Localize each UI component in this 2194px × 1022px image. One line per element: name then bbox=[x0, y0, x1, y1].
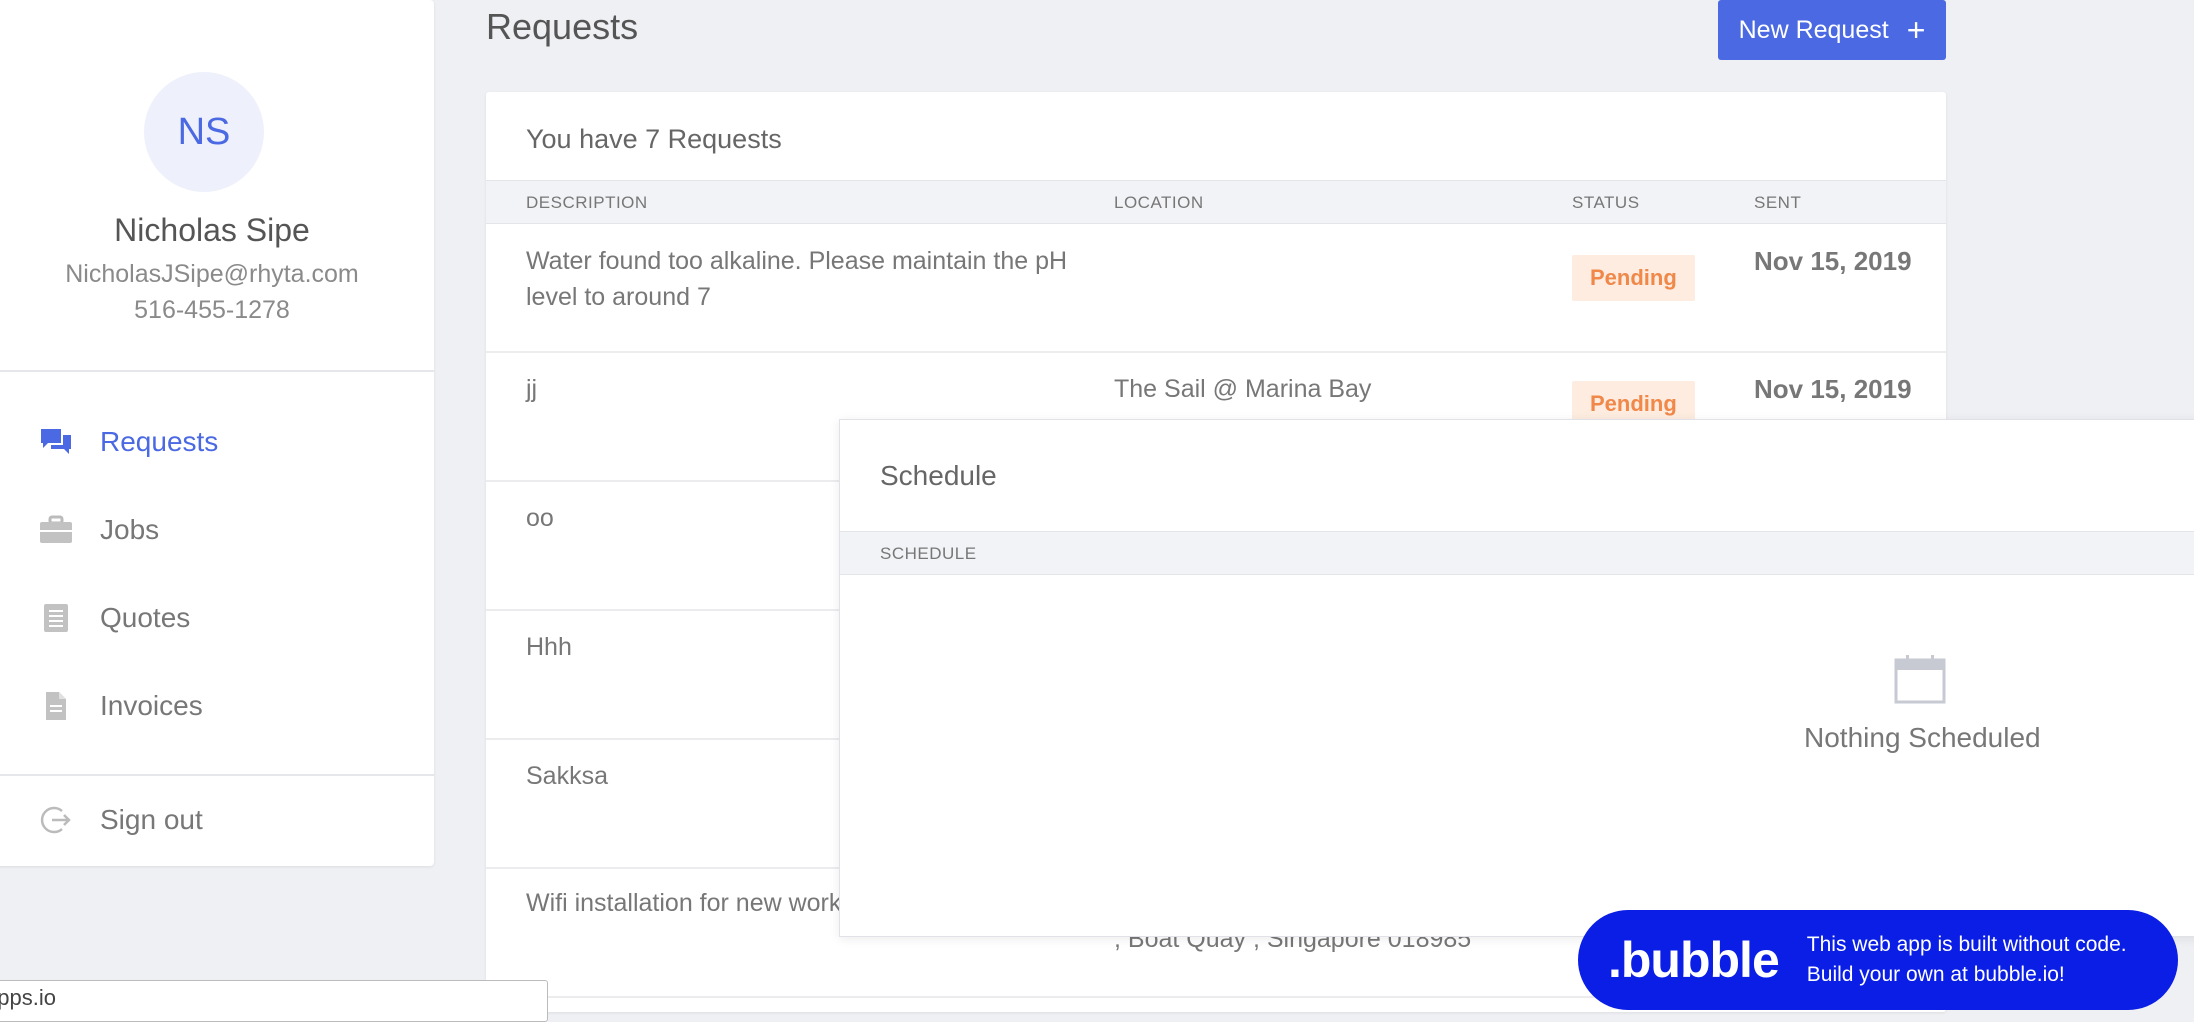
sidebar-item-jobs[interactable]: Jobs bbox=[38, 505, 159, 555]
profile-email: NicholasJSipe@rhyta.com bbox=[65, 260, 359, 288]
url-tooltip: apps.io bbox=[0, 980, 548, 1022]
status-badge: Pending bbox=[1572, 255, 1695, 301]
sidebar-item-label: Requests bbox=[100, 426, 219, 457]
profile-divider bbox=[0, 370, 434, 372]
column-status: STATUS bbox=[1572, 193, 1640, 212]
calendar-icon bbox=[1894, 654, 1946, 704]
file-icon bbox=[38, 688, 74, 724]
sidebar-item-label: Jobs bbox=[100, 514, 160, 545]
sidebar-item-quotes[interactable]: Quotes bbox=[38, 593, 190, 643]
sidebar-item-label: Invoices bbox=[100, 690, 203, 721]
avatar: NS bbox=[144, 72, 264, 192]
schedule-popup: Schedule SCHEDULE Nothing Scheduled bbox=[839, 419, 2194, 937]
column-description: DESCRIPTION bbox=[526, 193, 648, 212]
column-location: LOCATION bbox=[1114, 193, 1204, 212]
table-row[interactable]: Water found too alkaline. Please maintai… bbox=[486, 223, 1946, 353]
bubble-promo-line1: This web app is built without code. bbox=[1806, 933, 2127, 956]
row-description: jj bbox=[526, 375, 538, 403]
sign-out-icon bbox=[38, 802, 74, 838]
briefcase-icon bbox=[38, 512, 74, 548]
bubble-promo-text: This web app is built without code. Buil… bbox=[1807, 930, 2127, 990]
profile-name: Nicholas Sipe bbox=[114, 212, 310, 248]
sidebar-item-invoices[interactable]: Invoices bbox=[38, 681, 203, 731]
sign-out-button[interactable]: Sign out bbox=[38, 795, 203, 845]
row-location: The Sail @ Marina Bay bbox=[1114, 375, 1372, 403]
bubble-promo-line2: Build your own at bubble.io! bbox=[1806, 963, 2065, 986]
column-sent: SENT bbox=[1754, 193, 1802, 212]
bubble-promo-badge[interactable]: .bubble This web app is built without co… bbox=[1578, 910, 2178, 1010]
plus-icon: + bbox=[1906, 12, 1926, 48]
page-title: Requests bbox=[486, 6, 639, 47]
profile-phone: 516-455-1278 bbox=[134, 296, 290, 324]
column-schedule: SCHEDULE bbox=[880, 544, 977, 563]
new-request-button[interactable]: New Request + bbox=[1718, 0, 1946, 60]
url-tooltip-text: apps.io bbox=[0, 985, 56, 1010]
requests-summary: You have 7 Requests bbox=[526, 124, 782, 154]
schedule-header: SCHEDULE bbox=[840, 531, 2194, 575]
sidebar-item-requests[interactable]: Requests bbox=[38, 417, 218, 467]
sidebar-item-label: Sign out bbox=[100, 804, 203, 835]
row-sent: Nov 15, 2019 bbox=[1754, 374, 1912, 404]
table-header: DESCRIPTION LOCATION STATUS SENT bbox=[486, 180, 1946, 224]
list-document-icon bbox=[38, 600, 74, 636]
bubble-logo: .bubble bbox=[1608, 932, 1780, 988]
new-request-label: New Request bbox=[1738, 15, 1889, 44]
schedule-title: Schedule bbox=[880, 460, 997, 491]
row-sent: Nov 15, 2019 bbox=[1754, 246, 1912, 276]
nav-divider bbox=[0, 774, 434, 776]
sidebar: NS Nicholas Sipe NicholasJSipe@rhyta.com… bbox=[0, 0, 434, 866]
sidebar-item-label: Quotes bbox=[100, 602, 191, 633]
row-description: Water found too alkaline. Please maintai… bbox=[526, 247, 1068, 311]
empty-schedule-text: Nothing Scheduled bbox=[1804, 722, 2041, 753]
chat-bubbles-icon bbox=[38, 424, 74, 460]
